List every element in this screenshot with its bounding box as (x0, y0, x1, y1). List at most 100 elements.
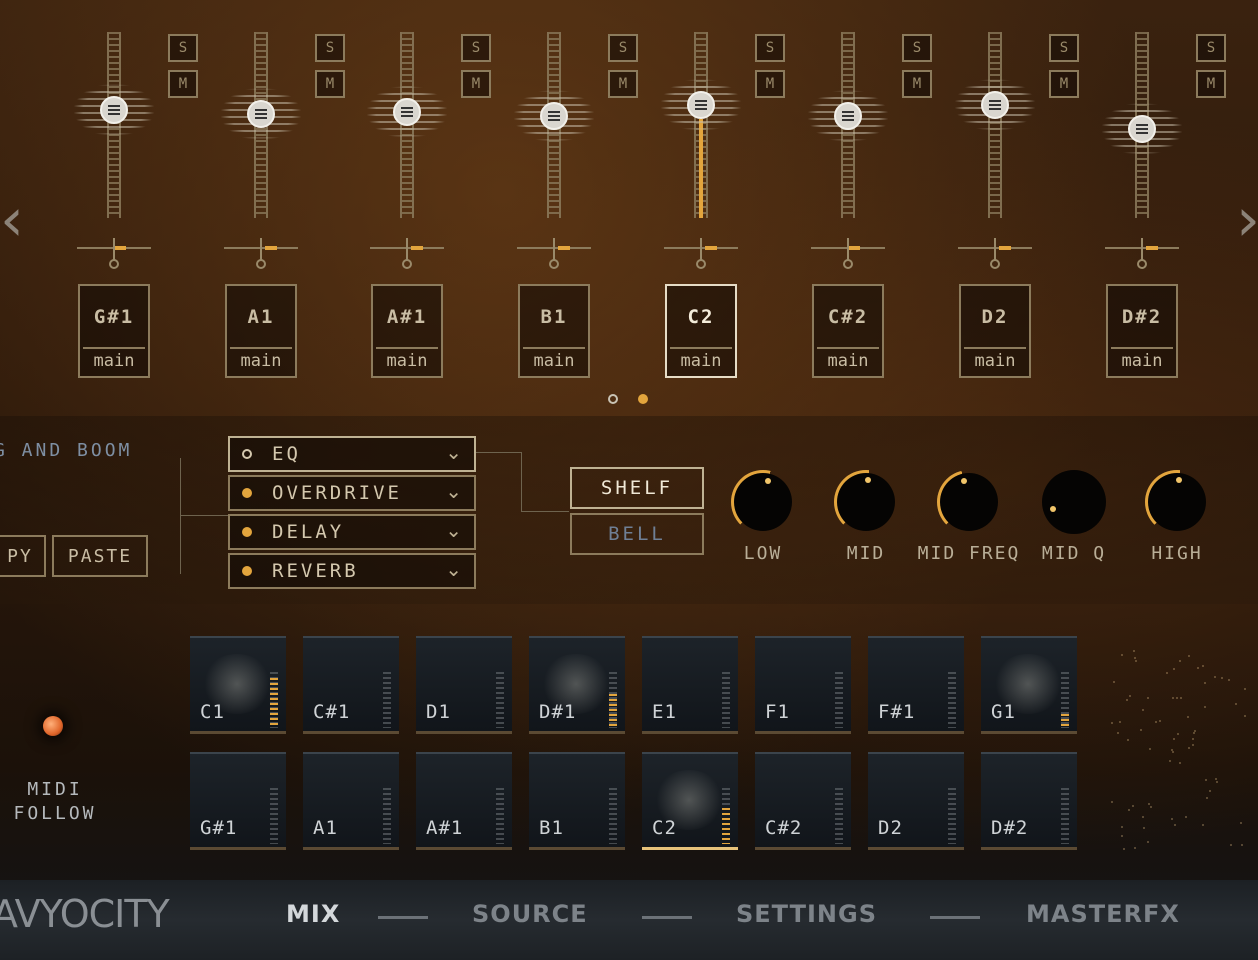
pan-knob[interactable] (256, 259, 266, 269)
fader-knob[interactable] (247, 99, 275, 128)
drum-pad[interactable]: D#1 (529, 636, 625, 734)
fx-slot-eq[interactable]: EQ ⌄ (228, 436, 476, 472)
drum-pad[interactable]: C2 (642, 752, 738, 850)
drum-pad[interactable]: D2 (868, 752, 964, 850)
eq-knob-high[interactable] (1145, 470, 1209, 534)
channel-name-box[interactable]: A1 main (225, 284, 297, 378)
speck (1187, 654, 1190, 657)
drum-pad[interactable]: E1 (642, 636, 738, 734)
drum-pad[interactable]: B1 (529, 752, 625, 850)
tab-settings[interactable]: SETTINGS (736, 900, 877, 928)
speck (1147, 841, 1150, 844)
pad-label: C#1 (313, 701, 351, 723)
copy-button[interactable]: PY (0, 535, 46, 577)
channel-name-box[interactable]: D2 main (959, 284, 1031, 378)
fx-enable-led[interactable] (242, 488, 252, 498)
pad-label: D#2 (991, 817, 1029, 839)
drum-pad[interactable]: C1 (190, 636, 286, 734)
channel-output-label[interactable]: main (964, 347, 1026, 373)
channel-name-box[interactable]: G#1 main (78, 284, 150, 378)
channel-output-label[interactable]: main (83, 347, 145, 373)
pan-knob[interactable] (549, 259, 559, 269)
drum-pad[interactable]: F1 (755, 636, 851, 734)
tab-source[interactable]: SOURCE (472, 900, 588, 928)
pan-knob[interactable] (109, 259, 119, 269)
chevron-right-icon[interactable]: › (1236, 190, 1258, 250)
fx-slot-reverb[interactable]: REVERB ⌄ (228, 553, 476, 589)
pan-position (848, 246, 860, 250)
eq-knob-mid-q[interactable] (1042, 470, 1106, 534)
fx-enable-led[interactable] (242, 449, 252, 459)
channel-output-label[interactable]: main (523, 347, 585, 373)
chevron-left-icon[interactable]: ‹ (0, 190, 24, 250)
pan-knob[interactable] (402, 259, 412, 269)
channel-name-box[interactable]: C2 main (665, 284, 737, 378)
drum-pad[interactable]: D#2 (981, 752, 1077, 850)
eq-knob-low[interactable] (731, 470, 795, 534)
channel-output-label[interactable]: main (230, 347, 292, 373)
drum-pad[interactable]: F#1 (868, 636, 964, 734)
fader-knob[interactable] (393, 97, 421, 126)
drum-pad[interactable]: C#1 (303, 636, 399, 734)
drum-pad[interactable]: G#1 (190, 752, 286, 850)
drum-pad[interactable]: G1 (981, 636, 1077, 734)
shelf-button[interactable]: SHELF (570, 467, 704, 509)
chevron-down-icon[interactable]: ⌄ (445, 440, 462, 464)
speck (1118, 721, 1121, 724)
channel-name-box[interactable]: D#2 main (1106, 284, 1178, 378)
chevron-down-icon[interactable]: ⌄ (445, 518, 462, 542)
speck (1192, 732, 1195, 735)
pan-knob[interactable] (1137, 259, 1147, 269)
midi-follow-led[interactable] (43, 716, 63, 736)
chain-connector (180, 515, 228, 516)
drum-pad[interactable]: A1 (303, 752, 399, 850)
chevron-down-icon[interactable]: ⌄ (445, 479, 462, 503)
fader-knob[interactable] (687, 90, 715, 119)
drum-pad[interactable]: A#1 (416, 752, 512, 850)
fader-knob[interactable] (834, 101, 862, 130)
pan-position (558, 246, 570, 250)
tab-mix[interactable]: MIX (286, 900, 340, 928)
pan-knob[interactable] (843, 259, 853, 269)
chevron-down-icon[interactable]: ⌄ (445, 557, 462, 581)
mute-button[interactable]: M (1196, 70, 1226, 98)
channel-output-label[interactable]: main (670, 347, 732, 373)
channel-name-box[interactable]: C#2 main (812, 284, 884, 378)
fader-knob[interactable] (1128, 114, 1156, 143)
drum-pad[interactable]: C#2 (755, 752, 851, 850)
solo-button[interactable]: S (1196, 34, 1226, 62)
fx-slot-label: OVERDRIVE (272, 482, 402, 504)
speck (1126, 738, 1129, 741)
fader-knob[interactable] (981, 90, 1009, 119)
eq-knob-mid[interactable] (834, 470, 898, 534)
fx-enable-led[interactable] (242, 527, 252, 537)
fx-slot-delay[interactable]: DELAY ⌄ (228, 514, 476, 550)
speck (1140, 728, 1143, 731)
channel-name-box[interactable]: B1 main (518, 284, 590, 378)
knob-body (940, 473, 998, 531)
fx-enable-led[interactable] (242, 566, 252, 576)
channel-name-box[interactable]: A#1 main (371, 284, 443, 378)
chain-connector (180, 458, 181, 574)
channel-note-label: C#2 (827, 306, 869, 328)
eq-knob-mid-freq[interactable] (937, 470, 1001, 534)
page-dot-2[interactable] (638, 394, 648, 404)
pan-position (265, 246, 277, 250)
paste-button[interactable]: PASTE (52, 535, 148, 577)
tab-separator (378, 916, 428, 919)
pad-label: A#1 (426, 817, 464, 839)
bell-button[interactable]: BELL (570, 513, 704, 555)
channel-output-label[interactable]: main (817, 347, 879, 373)
pan-knob[interactable] (696, 259, 706, 269)
tab-masterfx[interactable]: MASTERFX (1026, 900, 1180, 928)
drum-pad[interactable]: D1 (416, 636, 512, 734)
fx-slot-overdrive[interactable]: OVERDRIVE ⌄ (228, 475, 476, 511)
fader-knob[interactable] (100, 96, 128, 125)
speck (1197, 667, 1200, 670)
channel-output-label[interactable]: main (376, 347, 438, 373)
pan-knob[interactable] (990, 259, 1000, 269)
fader-knob[interactable] (540, 101, 568, 130)
speck (1202, 665, 1205, 668)
page-dot-1[interactable] (608, 394, 618, 404)
channel-output-label[interactable]: main (1111, 347, 1173, 373)
